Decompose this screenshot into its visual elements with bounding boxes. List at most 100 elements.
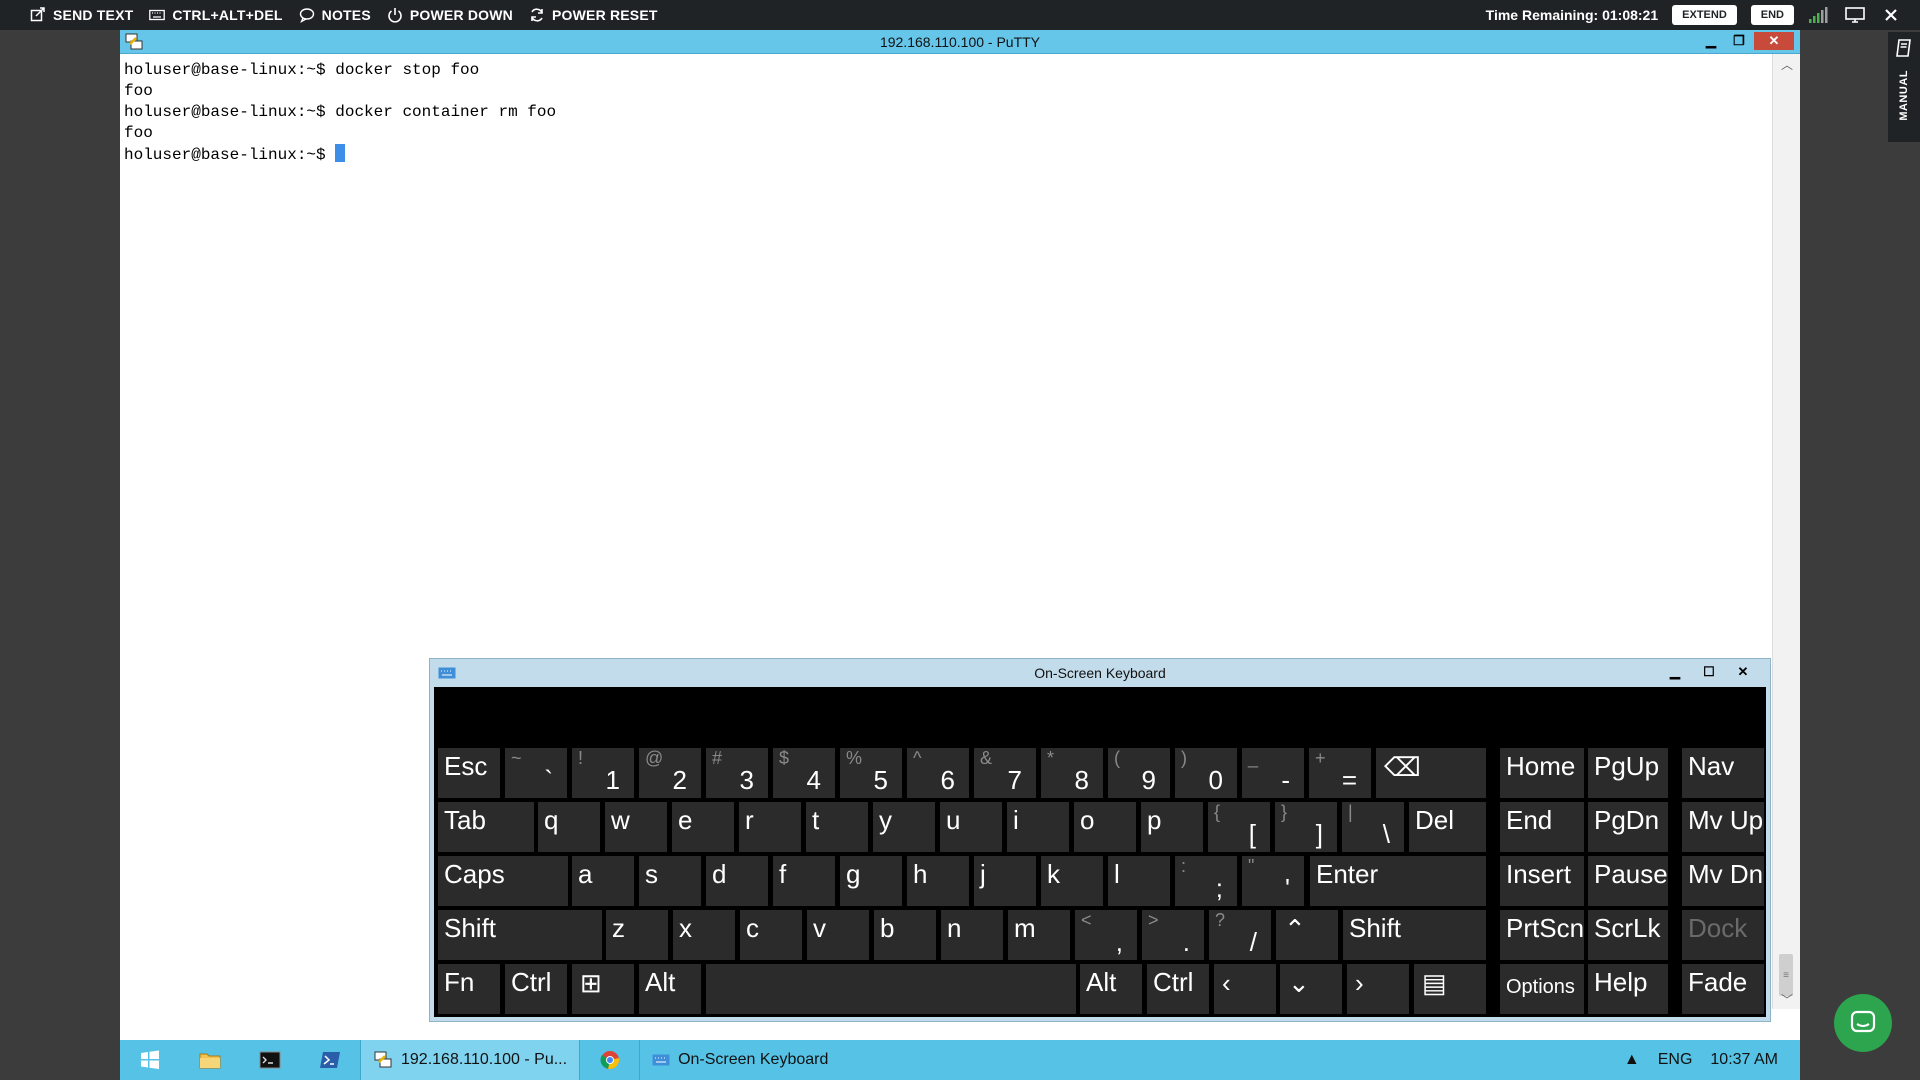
key-shift-left[interactable]: Shift xyxy=(438,910,602,960)
file-explorer-button[interactable] xyxy=(180,1040,240,1080)
key-o[interactable]: o xyxy=(1074,802,1136,852)
key-sym-q-1[interactable]: }] xyxy=(1275,802,1337,852)
key-help[interactable]: Help xyxy=(1588,964,1668,1014)
terminal-scrollbar[interactable]: ︿ ≡ ﹀ xyxy=(1772,54,1800,1009)
putty-minimize-button[interactable]: ▁ xyxy=(1698,32,1724,50)
key-down-arrow[interactable]: ⌄ xyxy=(1280,964,1342,1014)
osk-close-button[interactable]: ✕ xyxy=(1728,661,1758,683)
key-windows[interactable]: ⊞ xyxy=(572,964,634,1014)
key-9[interactable]: (9 xyxy=(1108,748,1170,798)
key-x[interactable]: x xyxy=(673,910,735,960)
key-pgdn[interactable]: PgDn xyxy=(1588,802,1668,852)
send-text-button[interactable]: SEND TEXT xyxy=(30,7,133,23)
key-d[interactable]: d xyxy=(706,856,768,906)
key-8[interactable]: * 8 xyxy=(1041,748,1103,798)
key-r[interactable]: r xyxy=(739,802,801,852)
ctrl-alt-del-button[interactable]: CTRL+ALT+DEL xyxy=(149,7,282,23)
powershell-button[interactable] xyxy=(300,1040,360,1080)
key-b[interactable]: b xyxy=(874,910,936,960)
key-a[interactable]: a xyxy=(572,856,634,906)
key-3[interactable]: #3 xyxy=(706,748,768,798)
clock[interactable]: 10:37 AM xyxy=(1710,1051,1778,1069)
osk-titlebar[interactable]: On-Screen Keyboard ▁ ☐ ✕ xyxy=(430,659,1770,687)
key-sym-q-0[interactable]: {[ xyxy=(1208,802,1270,852)
key-g[interactable]: g xyxy=(840,856,902,906)
key-dock[interactable]: Dock xyxy=(1682,910,1764,960)
key-n[interactable]: n xyxy=(941,910,1003,960)
key-nav[interactable]: Nav xyxy=(1682,748,1764,798)
key-f[interactable]: f xyxy=(773,856,835,906)
taskbar-chrome[interactable] xyxy=(579,1040,639,1080)
key-del[interactable]: Del xyxy=(1409,802,1486,852)
key-6[interactable]: ^ 6 xyxy=(907,748,969,798)
key-2[interactable]: @2 xyxy=(639,748,701,798)
key-w[interactable]: w xyxy=(605,802,667,852)
key-c[interactable]: c xyxy=(740,910,802,960)
key-mvdn[interactable]: Mv Dn xyxy=(1682,856,1764,906)
key-s[interactable]: s xyxy=(639,856,701,906)
key-0[interactable]: ) 0 xyxy=(1175,748,1237,798)
key-esc[interactable]: Esc xyxy=(438,748,500,798)
key-5[interactable]: % 5 xyxy=(840,748,902,798)
key-1[interactable]: ! 1 xyxy=(572,748,634,798)
key-home[interactable]: Home xyxy=(1500,748,1584,798)
key-z[interactable]: z xyxy=(606,910,668,960)
key-options[interactable]: Options xyxy=(1500,964,1584,1014)
key-alt-right[interactable]: Alt xyxy=(1080,964,1142,1014)
key-alt-left[interactable]: Alt xyxy=(639,964,701,1014)
key-p[interactable]: p xyxy=(1141,802,1203,852)
key-u[interactable]: u xyxy=(940,802,1002,852)
key-v[interactable]: v xyxy=(807,910,869,960)
key-sym-z-2[interactable]: ? / xyxy=(1209,910,1271,960)
key-sym-a-1[interactable]: " ' xyxy=(1242,856,1304,906)
key-i[interactable]: i xyxy=(1007,802,1069,852)
command-prompt-button[interactable] xyxy=(240,1040,300,1080)
key-e[interactable]: e xyxy=(672,802,734,852)
osk-maximize-button[interactable]: ☐ xyxy=(1694,661,1724,683)
scroll-down-arrow-icon[interactable]: ﹀ xyxy=(1773,989,1801,1009)
key-up-arrow[interactable]: ⌃ xyxy=(1276,910,1338,960)
close-icon[interactable] xyxy=(1880,6,1902,24)
key-pgup[interactable]: PgUp xyxy=(1588,748,1668,798)
language-indicator[interactable]: ENG xyxy=(1658,1051,1693,1069)
key-sym-a-0[interactable]: :; xyxy=(1175,856,1237,906)
key-h[interactable]: h xyxy=(907,856,969,906)
power-reset-button[interactable]: POWER RESET xyxy=(529,7,658,23)
key-enter[interactable]: Enter xyxy=(1310,856,1486,906)
key-fn[interactable]: Fn xyxy=(438,964,500,1014)
notes-button[interactable]: NOTES xyxy=(299,7,371,23)
key-t[interactable]: t xyxy=(806,802,868,852)
taskbar-osk[interactable]: On-Screen Keyboard xyxy=(639,1040,840,1080)
key-7[interactable]: & 7 xyxy=(974,748,1036,798)
key-backspace[interactable]: ⌫ xyxy=(1376,748,1486,798)
key-sym-z-0[interactable]: <, xyxy=(1075,910,1137,960)
key-minus[interactable]: _ - xyxy=(1242,748,1304,798)
taskbar-putty[interactable]: 192.168.110.100 - Pu... xyxy=(360,1040,580,1080)
chat-button[interactable] xyxy=(1834,994,1892,1052)
key-tab[interactable]: Tab xyxy=(438,802,534,852)
key-ctrl-right[interactable]: Ctrl xyxy=(1147,964,1209,1014)
key-sym-z-1[interactable]: >. xyxy=(1142,910,1204,960)
key-j[interactable]: j xyxy=(974,856,1036,906)
key-l[interactable]: l xyxy=(1108,856,1170,906)
key-sym-q-2[interactable]: | \ xyxy=(1342,802,1404,852)
key-end[interactable]: End xyxy=(1500,802,1584,852)
key-equals[interactable]: + = xyxy=(1309,748,1371,798)
key-right-arrow[interactable]: › xyxy=(1347,964,1409,1014)
key-shift-right[interactable]: Shift xyxy=(1343,910,1486,960)
key-k[interactable]: k xyxy=(1041,856,1103,906)
key-ctrl-left[interactable]: Ctrl xyxy=(505,964,567,1014)
key-4[interactable]: $4 xyxy=(773,748,835,798)
key-caps[interactable]: Caps xyxy=(438,856,568,906)
key-left-arrow[interactable]: ‹ xyxy=(1214,964,1276,1014)
key-mvup[interactable]: Mv Up xyxy=(1682,802,1764,852)
power-down-button[interactable]: POWER DOWN xyxy=(387,7,513,23)
key-pause[interactable]: Pause xyxy=(1588,856,1668,906)
scroll-up-arrow-icon[interactable]: ︿ xyxy=(1773,54,1801,74)
key-prtscn[interactable]: PrtScn xyxy=(1500,910,1584,960)
key-menu[interactable]: ▤ xyxy=(1414,964,1486,1014)
start-button[interactable] xyxy=(120,1040,180,1080)
tray-expand-icon[interactable]: ▲ xyxy=(1624,1051,1640,1069)
osk-minimize-button[interactable]: ▁ xyxy=(1660,661,1690,683)
manual-tab[interactable]: MANUAL xyxy=(1888,32,1920,142)
